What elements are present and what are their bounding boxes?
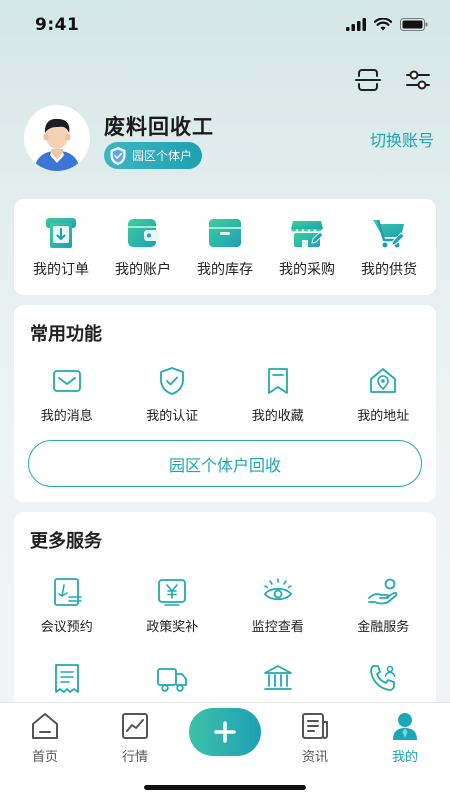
wallet-icon	[128, 219, 159, 247]
user-type-badge: 园区个体户	[104, 142, 203, 169]
tab-label-home: 首页	[31, 750, 58, 765]
more-services-row-1: 会议预约 政策奖补 监控查看 金融服务	[14, 576, 436, 635]
quick-label-account: 我的账户	[115, 262, 171, 278]
service-label-finance: 金融服务	[357, 620, 410, 635]
quick-label-supply: 我的供货	[361, 262, 417, 278]
quick-item-purchase[interactable]: 我的采购	[268, 215, 346, 279]
receipt-icon	[54, 664, 79, 693]
quick-item-account[interactable]: 我的账户	[104, 215, 182, 279]
publish-button[interactable]	[189, 708, 261, 756]
bank-icon	[263, 665, 292, 690]
scan-icon	[355, 69, 381, 91]
func-label-address: 我的地址	[357, 409, 410, 424]
location-icon	[370, 368, 397, 393]
tab-label-news: 资讯	[301, 750, 328, 765]
common-functions-card: 常用功能 我的消息 我的认证 我的收藏 我的地址 园区个体户回收	[14, 305, 436, 502]
common-functions-title: 常用功能	[30, 324, 102, 345]
avatar[interactable]	[24, 105, 90, 171]
inventory-icon	[209, 219, 241, 247]
func-item-certification[interactable]: 我的认证	[127, 365, 217, 424]
chart-icon	[122, 713, 148, 739]
finance-icon	[368, 578, 398, 605]
status-time: 9:41	[35, 15, 80, 35]
service-item-meeting[interactable]: 会议预约	[22, 576, 112, 635]
func-label-certification: 我的认证	[146, 409, 199, 424]
quick-actions-card: 我的订单 我的账户 我的库存 我的采购 我的供货	[14, 199, 436, 295]
func-item-messages[interactable]: 我的消息	[22, 365, 112, 424]
settings-sliders-icon	[406, 70, 430, 90]
verified-shield-icon	[110, 146, 126, 165]
common-functions-row: 我的消息 我的认证 我的收藏 我的地址	[14, 365, 436, 424]
order-icon	[46, 218, 76, 248]
store-icon	[290, 221, 324, 247]
more-services-card: 更多服务 会议预约 政策奖补 监控查看 金融服务	[14, 512, 436, 712]
quick-item-inventory[interactable]: 我的库存	[186, 215, 264, 279]
service-item-finance[interactable]: 金融服务	[338, 576, 428, 635]
scan-button[interactable]	[354, 66, 382, 94]
service-item-policy[interactable]: 政策奖补	[127, 576, 217, 635]
quick-label-inventory: 我的库存	[197, 262, 253, 278]
more-services-row-2	[14, 662, 436, 694]
tab-home[interactable]: 首页	[15, 711, 75, 765]
user-avatar-icon	[34, 118, 80, 171]
tab-mine[interactable]: 我的	[375, 711, 435, 765]
tab-market[interactable]: 行情	[105, 711, 165, 765]
service-label-policy: 政策奖补	[146, 620, 199, 635]
wifi-icon	[374, 18, 392, 31]
service-item-bank[interactable]	[233, 662, 323, 694]
service-item-logistics[interactable]	[127, 662, 217, 694]
switch-account-link[interactable]: 切换账号	[370, 127, 434, 151]
message-icon	[52, 370, 81, 392]
quick-label-orders: 我的订单	[33, 262, 89, 278]
service-item-receipt[interactable]	[22, 662, 112, 694]
yen-icon	[158, 579, 187, 606]
phone-icon	[370, 665, 396, 691]
status-icons	[346, 18, 428, 31]
status-bar: 9:41	[0, 0, 450, 52]
user-name: 废料回收工	[104, 115, 214, 139]
cart-icon	[373, 219, 405, 248]
truck-icon	[157, 668, 188, 692]
meeting-icon	[53, 578, 82, 606]
news-icon	[302, 713, 328, 739]
tab-label-mine: 我的	[391, 750, 418, 765]
park-recycle-button[interactable]: 园区个体户回收	[28, 440, 422, 487]
service-label-meeting: 会议预约	[40, 620, 93, 635]
battery-icon	[400, 18, 428, 31]
func-item-address[interactable]: 我的地址	[338, 365, 428, 424]
service-item-contact[interactable]	[338, 662, 428, 694]
profile-section: 废料回收工 园区个体户 切换账号	[24, 105, 434, 171]
user-icon	[393, 713, 417, 740]
eye-icon	[263, 578, 292, 601]
home-indicator	[144, 785, 306, 790]
quick-item-supply[interactable]: 我的供货	[350, 215, 428, 279]
func-label-messages: 我的消息	[40, 409, 93, 424]
func-item-favorites[interactable]: 我的收藏	[233, 365, 323, 424]
func-label-favorites: 我的收藏	[251, 409, 304, 424]
bookmark-icon	[267, 368, 288, 394]
service-item-monitor[interactable]: 监控查看	[233, 576, 323, 635]
home-icon	[32, 713, 58, 739]
badge-label: 园区个体户	[132, 149, 193, 163]
settings-button[interactable]	[404, 66, 432, 94]
top-actions	[354, 66, 432, 94]
service-label-monitor: 监控查看	[251, 620, 304, 635]
signal-icon	[346, 18, 366, 31]
plus-icon	[214, 721, 236, 743]
shield-check-icon	[160, 367, 185, 395]
more-services-title: 更多服务	[30, 531, 102, 552]
tab-label-market: 行情	[121, 750, 148, 765]
quick-label-purchase: 我的采购	[279, 262, 335, 278]
tab-news[interactable]: 资讯	[285, 711, 345, 765]
quick-item-orders[interactable]: 我的订单	[22, 215, 100, 279]
